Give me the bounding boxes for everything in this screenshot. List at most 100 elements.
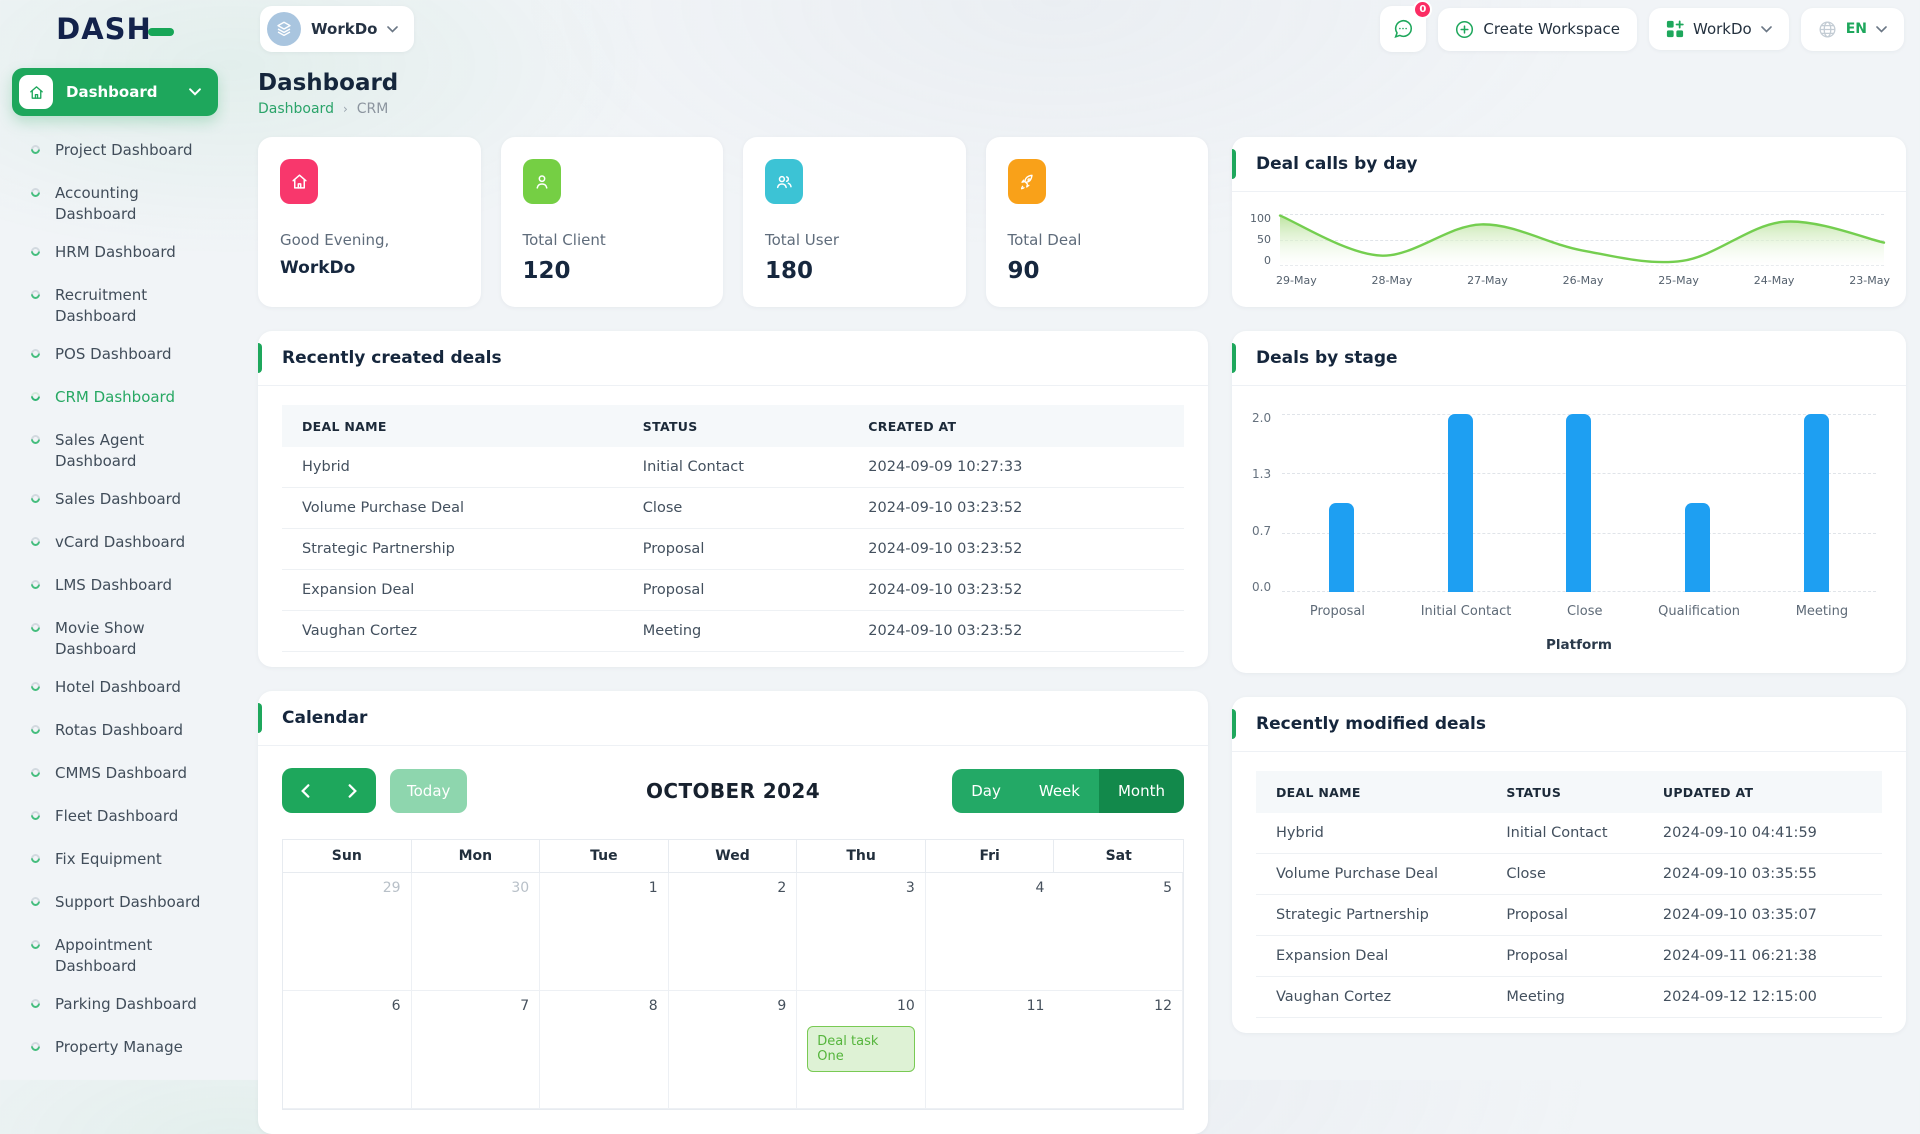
calendar-day-cell[interactable]: 6	[283, 991, 412, 1109]
sidebar-item[interactable]: Fix Equipment	[31, 849, 218, 875]
area-chart-svg	[1280, 214, 1884, 266]
card-title: Recently modified deals	[1256, 714, 1486, 734]
view-day-button[interactable]: Day	[952, 769, 1020, 813]
bullet-icon	[29, 852, 42, 865]
created-at-cell: 2024-09-10 03:23:52	[868, 500, 1184, 516]
calendar-day-cell[interactable]: 30	[412, 873, 541, 991]
status-cell: Proposal	[1506, 948, 1663, 964]
table-header: DEAL NAME STATUS UPDATED AT	[1256, 771, 1882, 813]
calendar-day-cell[interactable]: 3	[797, 873, 926, 991]
sidebar-item[interactable]: Rotas Dashboard	[31, 720, 218, 746]
sidebar-item[interactable]: CMMS Dashboard	[31, 763, 218, 789]
sidebar-item[interactable]: Recruitment Dashboard	[31, 285, 218, 327]
calendar-next-button[interactable]	[329, 768, 376, 813]
deal-calls-card: Deal calls by day 100500	[1232, 137, 1906, 307]
table-row[interactable]: Expansion Deal Proposal 2024-09-11 06:21…	[1256, 936, 1882, 977]
day-number: 4	[1036, 880, 1045, 896]
workspace-switcher[interactable]: WorkDo	[260, 6, 414, 52]
table-row[interactable]: Hybrid Initial Contact 2024-09-09 10:27:…	[282, 447, 1184, 488]
sidebar-item[interactable]: Parking Dashboard	[31, 994, 218, 1020]
table-row[interactable]: Hybrid Initial Contact 2024-09-10 04:41:…	[1256, 813, 1882, 854]
calendar-day-cell[interactable]: 1	[540, 873, 669, 991]
updated-at-cell: 2024-09-10 03:35:07	[1663, 907, 1882, 923]
column-header: DEAL NAME	[282, 419, 643, 434]
view-week-button[interactable]: Week	[1020, 769, 1099, 813]
bullet-icon	[29, 809, 42, 822]
bar-series	[1282, 414, 1876, 592]
calendar-prev-button[interactable]	[282, 768, 329, 813]
table-row[interactable]: Vaughan Cortez Meeting 2024-09-12 12:15:…	[1256, 977, 1882, 1018]
sidebar-item[interactable]: Property Manage	[31, 1037, 218, 1063]
sidebar-item[interactable]: Movie Show Dashboard	[31, 618, 218, 660]
app-logo[interactable]: DASH	[56, 12, 174, 46]
sidebar-item[interactable]: Appointment Dashboard	[31, 935, 218, 977]
calendar-day-cell[interactable]: 12	[1054, 991, 1183, 1109]
sidebar-item-dashboard[interactable]: Dashboard	[12, 68, 218, 116]
table-row[interactable]: Strategic Partnership Proposal 2024-09-1…	[1256, 895, 1882, 936]
day-header: Mon	[412, 840, 541, 873]
create-workspace-button[interactable]: Create Workspace	[1438, 8, 1637, 51]
bullet-icon	[29, 578, 42, 591]
day-number: 6	[392, 998, 401, 1014]
sidebar-item[interactable]: Fleet Dashboard	[31, 806, 218, 832]
status-cell: Initial Contact	[1506, 825, 1663, 841]
sidebar-item[interactable]: POS Dashboard	[31, 344, 218, 370]
status-cell: Proposal	[643, 582, 869, 598]
day-number: 3	[906, 880, 915, 896]
workspace-label: WorkDo	[311, 20, 377, 38]
table-row[interactable]: Strategic Partnership Proposal 2024-09-1…	[282, 529, 1184, 570]
stat-value: 90	[1008, 258, 1187, 284]
sidebar-item[interactable]: LMS Dashboard	[31, 575, 218, 601]
language-selector[interactable]: EN	[1801, 8, 1904, 51]
sidebar-item-label: CRM Dashboard	[55, 387, 175, 408]
calendar-day-cell[interactable]: 5	[1054, 873, 1183, 991]
bullet-icon	[29, 680, 42, 693]
sidebar-item[interactable]: CRM Dashboard	[31, 387, 218, 413]
day-number: 9	[777, 998, 786, 1014]
sidebar-item-label: Property Manage	[55, 1037, 183, 1058]
calendar-day-cell[interactable]: 11	[926, 991, 1055, 1109]
deals-by-stage-chart: 2.01.30.70.0 ProposalInitial ContactClos…	[1232, 386, 1906, 673]
table-row[interactable]: Vaughan Cortez Meeting 2024-09-10 03:23:…	[282, 611, 1184, 652]
today-button[interactable]: Today	[390, 769, 467, 813]
sidebar-item[interactable]: Sales Dashboard	[31, 489, 218, 515]
sidebar-item[interactable]: Hotel Dashboard	[31, 677, 218, 703]
table-row[interactable]: Volume Purchase Deal Close 2024-09-10 03…	[282, 488, 1184, 529]
topbar: DASH WorkDo 0 Create Workspace WorkDo EN	[0, 0, 1920, 58]
sidebar-item[interactable]: Project Dashboard	[31, 140, 218, 166]
calendar-day-cell[interactable]: 10 Deal task One	[797, 991, 926, 1109]
calendar-day-cell[interactable]: 8	[540, 991, 669, 1109]
bullet-icon	[29, 245, 42, 258]
logo-dash-accent	[148, 28, 174, 36]
chevron-left-icon	[301, 784, 310, 798]
logo-text: DASH	[56, 12, 152, 46]
calendar-day-cell[interactable]: 7	[412, 991, 541, 1109]
sidebar-item[interactable]: Sales Agent Dashboard	[31, 430, 218, 472]
sidebar-item-label: LMS Dashboard	[55, 575, 172, 596]
calendar-event[interactable]: Deal task One	[807, 1026, 915, 1072]
sidebar-item[interactable]: Accounting Dashboard	[31, 183, 218, 225]
calendar-day-cell[interactable]: 4	[926, 873, 1055, 991]
table-row[interactable]: Volume Purchase Deal Close 2024-09-10 03…	[1256, 854, 1882, 895]
calendar-toolbar: OCTOBER 2024 Today Day Week Month	[258, 746, 1208, 839]
messages-button[interactable]: 0	[1380, 6, 1426, 52]
stat-label: Total Client	[523, 231, 702, 249]
created-at-cell: 2024-09-10 03:23:52	[868, 582, 1184, 598]
day-number: 30	[511, 880, 529, 896]
view-month-button[interactable]: Month	[1099, 769, 1184, 813]
sidebar-item[interactable]: HRM Dashboard	[31, 242, 218, 268]
sidebar-item[interactable]: Support Dashboard	[31, 892, 218, 918]
day-header: Fri	[926, 840, 1055, 873]
bar	[1329, 503, 1354, 592]
y-tick-label: 100	[1250, 214, 1271, 224]
sidebar-item[interactable]: vCard Dashboard	[31, 532, 218, 558]
calendar-day-cell[interactable]: 9	[669, 991, 798, 1109]
calendar-day-cell[interactable]: 29	[283, 873, 412, 991]
calendar-day-cell[interactable]: 2	[669, 873, 798, 991]
bullet-icon	[29, 143, 42, 156]
rocket-icon	[1008, 159, 1046, 204]
account-menu[interactable]: WorkDo	[1649, 8, 1789, 50]
y-tick-label: 0.0	[1252, 583, 1271, 592]
breadcrumb-dashboard-link[interactable]: Dashboard	[258, 101, 334, 117]
table-row[interactable]: Expansion Deal Proposal 2024-09-10 03:23…	[282, 570, 1184, 611]
